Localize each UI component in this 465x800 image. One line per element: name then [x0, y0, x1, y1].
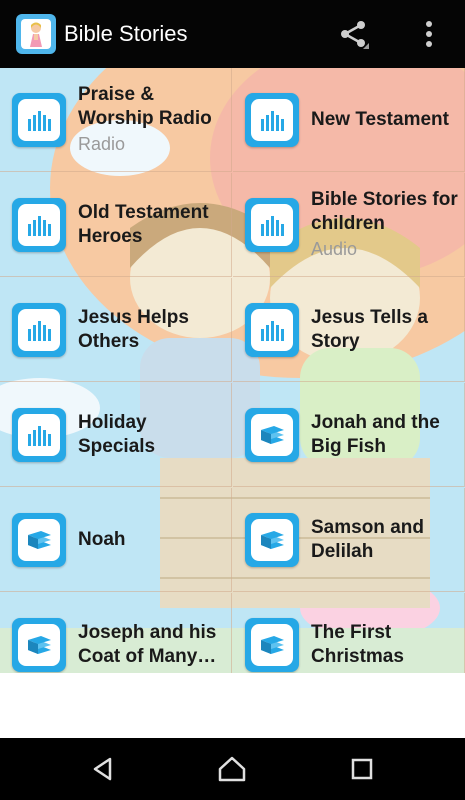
item-title: Jonah and the Big Fish	[311, 411, 440, 457]
list-item[interactable]: Bible Stories for children Audio	[233, 173, 465, 277]
share-icon	[341, 21, 369, 49]
book-icon	[12, 617, 66, 672]
system-nav-bar	[0, 738, 465, 800]
item-title: Noah	[78, 528, 126, 550]
list-item[interactable]: Noah	[0, 488, 232, 592]
list-item[interactable]: Praise & Worship Radio Radio	[0, 68, 232, 172]
list-item[interactable]: Joseph and his Coat of Many Colors	[0, 593, 232, 673]
list-item[interactable]: The First Christmas	[233, 593, 465, 673]
item-title: Samson and Delilah	[311, 516, 424, 562]
book-icon	[12, 512, 66, 567]
radio-icon	[245, 302, 299, 357]
book-icon	[245, 512, 299, 567]
recents-icon	[351, 758, 373, 780]
empty-area	[0, 673, 465, 738]
list-item[interactable]: New Testament	[233, 68, 465, 172]
item-title: Joseph and his Coat of Many Colors	[78, 621, 217, 667]
book-icon	[245, 407, 299, 462]
radio-icon	[12, 92, 66, 147]
item-title: Holiday Specials	[78, 411, 156, 457]
back-icon	[93, 757, 112, 781]
radio-icon	[12, 302, 66, 357]
overflow-menu-button[interactable]	[414, 14, 444, 54]
item-title: New Testament	[311, 108, 449, 130]
radio-icon	[245, 92, 299, 147]
radio-icon	[12, 407, 66, 462]
back-button[interactable]	[81, 749, 125, 789]
overflow-menu-icon	[426, 21, 432, 47]
home-button[interactable]	[210, 749, 254, 789]
content-area: Praise & Worship Radio Radio New Testamen…	[0, 68, 465, 673]
item-title: The First Christmas	[311, 621, 404, 667]
book-icon	[245, 617, 299, 672]
list-item[interactable]: Samson and Delilah	[233, 488, 465, 592]
radio-icon	[12, 197, 66, 252]
item-title: Old Testament Heroes	[78, 201, 209, 247]
list-item[interactable]: Jonah and the Big Fish	[233, 383, 465, 487]
app-title: Bible Stories	[64, 21, 188, 46]
item-subtitle: Audio	[311, 238, 358, 259]
app-bar: Bible Stories	[0, 0, 465, 68]
praying-child-icon	[16, 14, 56, 54]
list-item[interactable]: Old Testament Heroes	[0, 173, 232, 277]
item-title: Bible Stories for children	[311, 188, 458, 234]
item-title: Praise & Worship Radio	[78, 83, 212, 129]
item-subtitle: Radio	[78, 133, 126, 154]
stories-grid: Praise & Worship Radio Radio New Testamen…	[0, 68, 465, 673]
share-button[interactable]	[334, 14, 374, 54]
list-item[interactable]: Holiday Specials	[0, 383, 232, 487]
home-icon	[218, 756, 246, 782]
item-title: Jesus Helps Others	[78, 306, 189, 352]
list-item[interactable]: Jesus Tells a Story	[233, 278, 465, 382]
radio-icon	[245, 197, 299, 252]
item-title: Jesus Tells a Story	[311, 306, 428, 352]
recents-button[interactable]	[340, 749, 384, 789]
list-item[interactable]: Jesus Helps Others	[0, 278, 232, 382]
